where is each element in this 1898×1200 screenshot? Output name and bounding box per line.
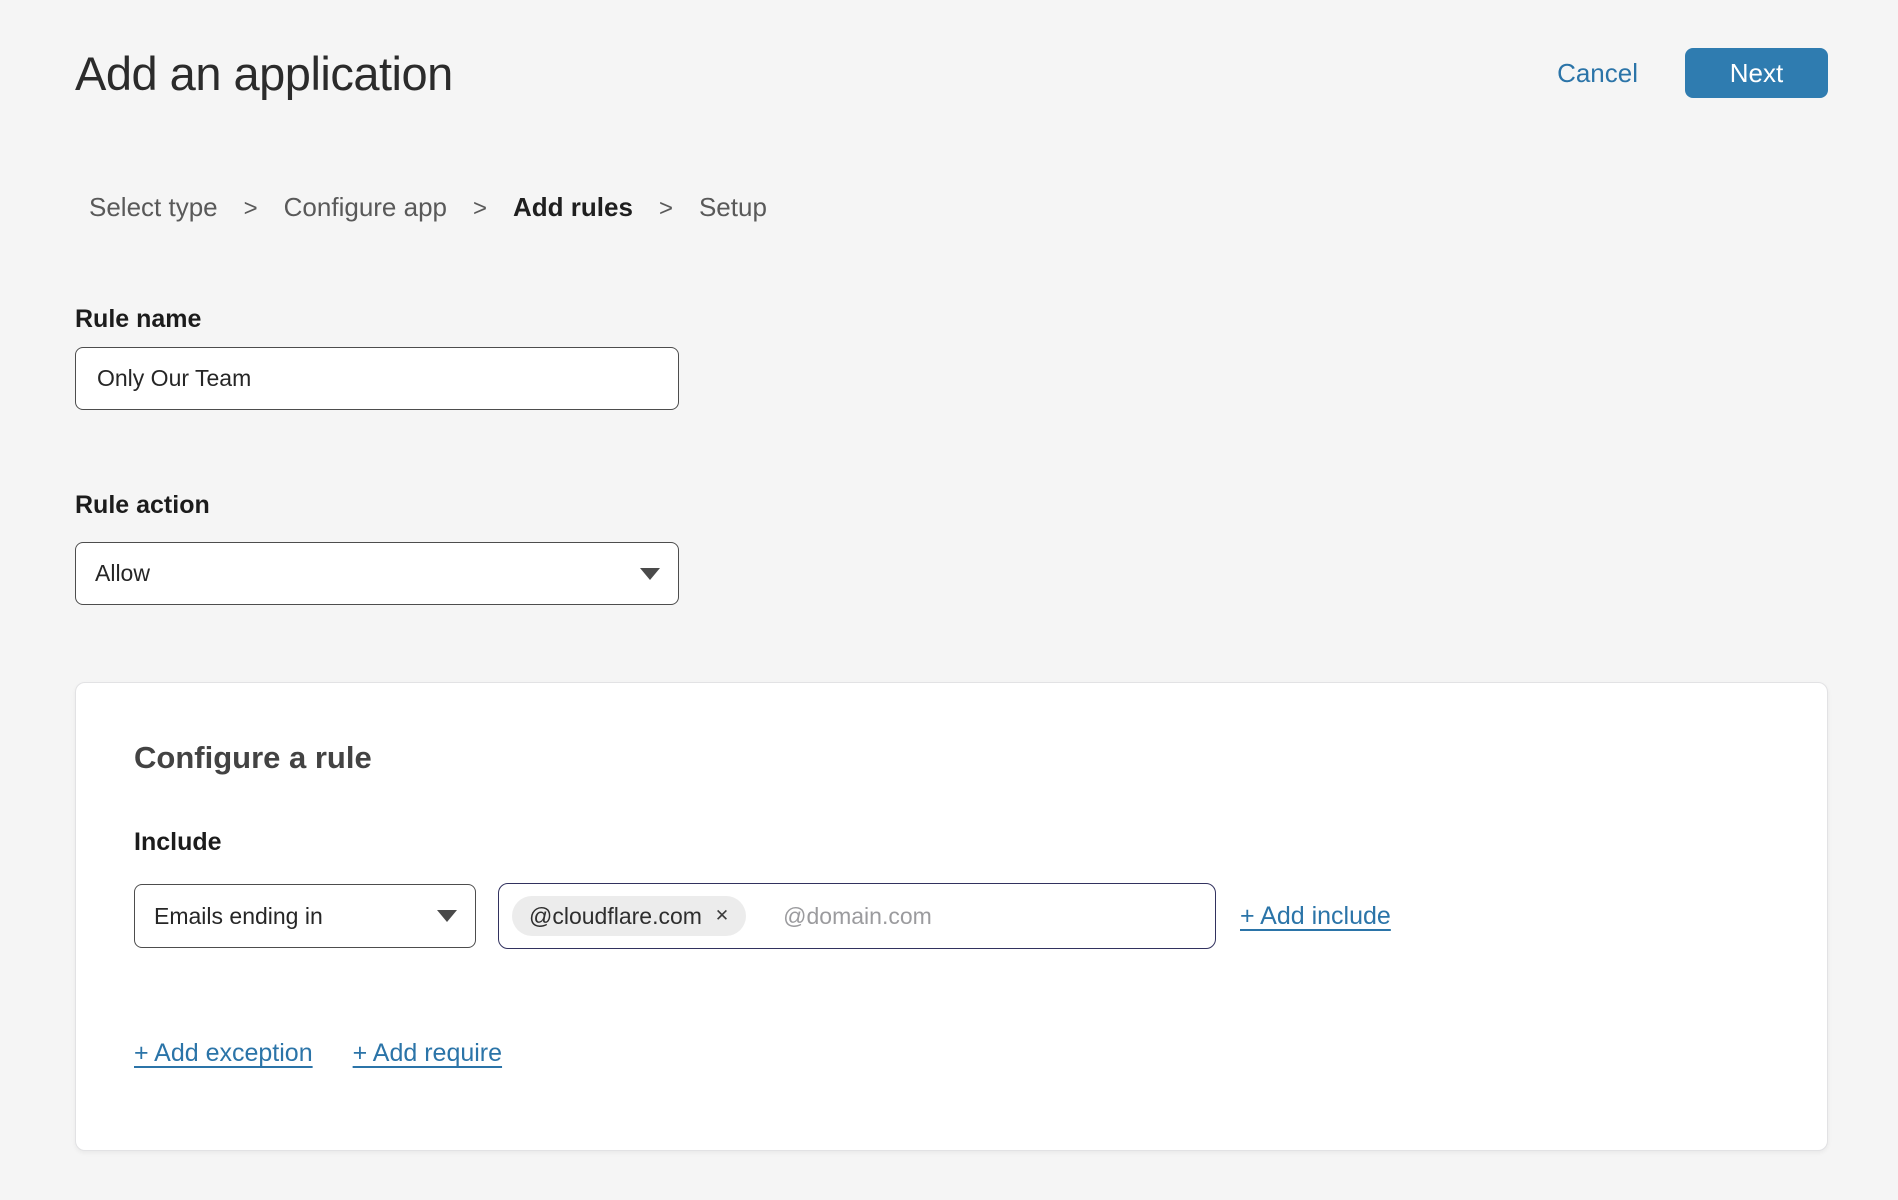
email-domain-chip: @cloudflare.com ✕ [512, 896, 746, 936]
page-header: Add an application Cancel Next [75, 44, 1828, 102]
rule-extra-links: + Add exception + Add require [134, 1039, 1827, 1068]
add-include-link[interactable]: + Add include [1240, 902, 1391, 931]
cancel-button[interactable]: Cancel [1557, 58, 1638, 89]
rule-action-field: Rule action Allow [75, 490, 679, 605]
breadcrumb: Select type > Configure app > Add rules … [89, 192, 767, 224]
chevron-down-icon [437, 910, 457, 922]
include-rule-row: Emails ending in @cloudflare.com ✕ @doma… [134, 883, 1827, 949]
breadcrumb-step-setup[interactable]: Setup [699, 192, 767, 222]
domain-input-placeholder: @domain.com [783, 903, 932, 930]
add-require-link[interactable]: + Add require [353, 1039, 502, 1068]
card-title: Configure a rule [134, 739, 1827, 777]
rule-action-value: Allow [95, 560, 150, 587]
include-selector-value: Emails ending in [154, 903, 323, 930]
chip-label: @cloudflare.com [529, 903, 702, 930]
configure-rule-card: Configure a rule Include Emails ending i… [75, 682, 1828, 1151]
rule-name-label: Rule name [75, 304, 679, 334]
breadcrumb-separator: > [244, 194, 258, 224]
page-title: Add an application [75, 46, 453, 101]
include-label: Include [134, 827, 1827, 857]
remove-chip-icon[interactable]: ✕ [715, 906, 729, 926]
breadcrumb-step-add-rules[interactable]: Add rules [513, 192, 633, 222]
breadcrumb-separator: > [473, 194, 487, 224]
rule-action-select[interactable]: Allow [75, 542, 679, 605]
breadcrumb-step-configure-app[interactable]: Configure app [284, 192, 447, 222]
breadcrumb-separator: > [659, 194, 673, 224]
rule-name-input[interactable] [75, 347, 679, 410]
next-button[interactable]: Next [1685, 48, 1828, 98]
header-actions: Cancel Next [1557, 48, 1828, 98]
rule-action-label: Rule action [75, 490, 679, 520]
add-exception-link[interactable]: + Add exception [134, 1039, 313, 1068]
add-application-page: Add an application Cancel Next Select ty… [0, 0, 1898, 1200]
email-domain-tag-input[interactable]: @cloudflare.com ✕ @domain.com [498, 883, 1216, 949]
breadcrumb-step-select-type[interactable]: Select type [89, 192, 218, 222]
chevron-down-icon [640, 568, 660, 580]
include-selector-select[interactable]: Emails ending in [134, 884, 476, 948]
rule-name-field: Rule name [75, 304, 679, 410]
